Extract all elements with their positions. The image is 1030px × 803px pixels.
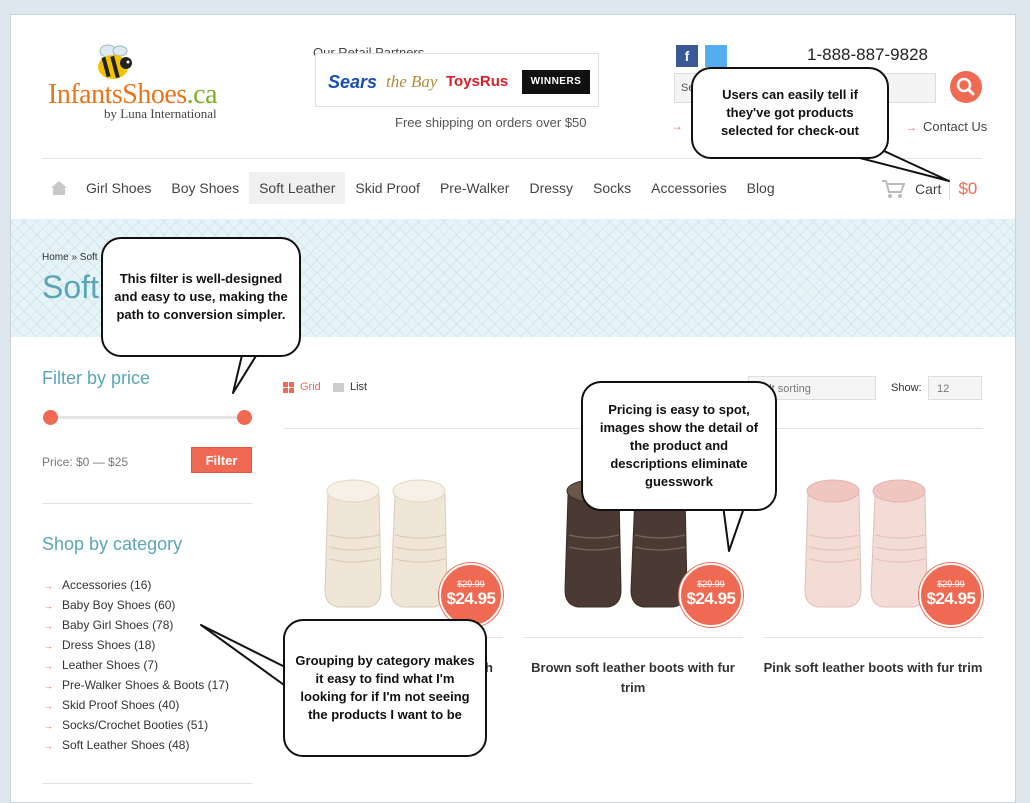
callout-checkout: Users can easily tell if they've got pro…	[691, 67, 889, 159]
callout-category: Grouping by category makes it easy to fi…	[283, 619, 487, 757]
callout-filter: This filter is well-designed and easy to…	[101, 237, 301, 357]
callout-pricing: Pricing is easy to spot, images show the…	[581, 381, 777, 511]
page-frame: InfantsShoes.ca by Luna International Ou…	[10, 14, 1016, 803]
